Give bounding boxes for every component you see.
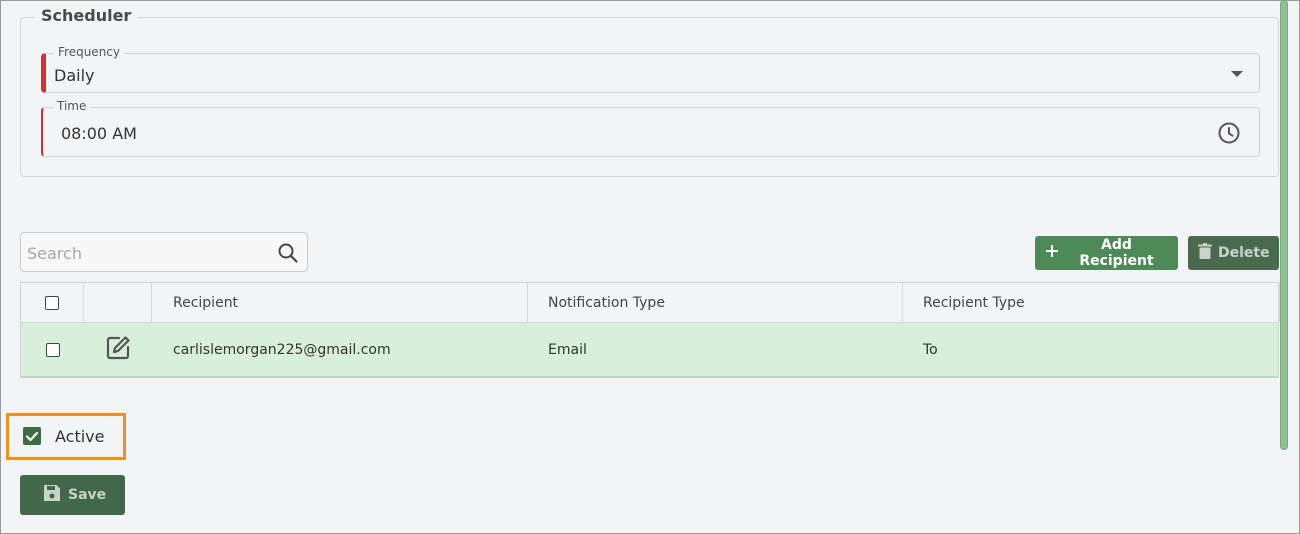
header-select-cell — [21, 283, 84, 322]
table-header-row: Recipient Notification Type Recipient Ty… — [21, 283, 1280, 323]
header-recipient-type[interactable]: Recipient Type — [903, 283, 1280, 322]
time-label: Time — [53, 99, 91, 113]
search-input[interactable] — [27, 242, 267, 264]
save-button[interactable]: Save — [20, 475, 125, 515]
recipient-type-cell: To — [923, 341, 938, 358]
notification-type-cell: Email — [548, 341, 587, 358]
chevron-down-icon[interactable] — [1231, 71, 1243, 77]
search-box[interactable] — [20, 232, 308, 272]
delete-button[interactable]: Delete — [1188, 236, 1279, 270]
table-row[interactable]: carlislemorgan225@gmail.com Email To — [21, 323, 1278, 377]
floppy-disk-icon — [42, 483, 62, 507]
scheduler-section: Scheduler Frequency Daily Time 08:00 AM — [20, 6, 1279, 177]
delete-label: Delete — [1218, 245, 1270, 261]
edit-icon[interactable] — [104, 334, 132, 366]
header-recipient[interactable]: Recipient — [152, 283, 528, 322]
row-select-cell — [21, 323, 84, 376]
plus-icon — [1045, 244, 1059, 262]
row-edit-cell — [84, 323, 152, 376]
active-checkbox[interactable] — [23, 427, 41, 445]
vertical-scrollbar[interactable] — [1280, 0, 1288, 450]
frequency-label: Frequency — [54, 45, 124, 59]
recipients-table: Recipient Notification Type Recipient Ty… — [20, 282, 1280, 378]
active-label[interactable]: Active — [55, 427, 105, 446]
add-recipient-button[interactable]: Add Recipient — [1035, 236, 1178, 270]
active-checkbox-field[interactable]: Active — [6, 413, 126, 460]
select-all-checkbox[interactable] — [45, 295, 59, 310]
save-label: Save — [68, 487, 107, 503]
recipient-cell: carlislemorgan225@gmail.com — [173, 341, 391, 358]
row-checkbox[interactable] — [45, 342, 60, 357]
clock-icon[interactable] — [1217, 121, 1241, 149]
time-value[interactable]: 08:00 AM — [61, 124, 137, 143]
scheduler-legend: Scheduler — [35, 6, 138, 25]
header-notification-type[interactable]: Notification Type — [528, 283, 903, 322]
header-edit-cell — [84, 283, 152, 322]
time-field[interactable]: Time 08:00 AM — [41, 99, 1260, 157]
frequency-select[interactable]: Frequency Daily — [41, 45, 1260, 93]
frequency-value: Daily — [54, 66, 95, 85]
trash-icon — [1198, 243, 1212, 263]
add-recipient-label: Add Recipient — [1079, 237, 1154, 269]
search-icon[interactable] — [277, 242, 299, 268]
